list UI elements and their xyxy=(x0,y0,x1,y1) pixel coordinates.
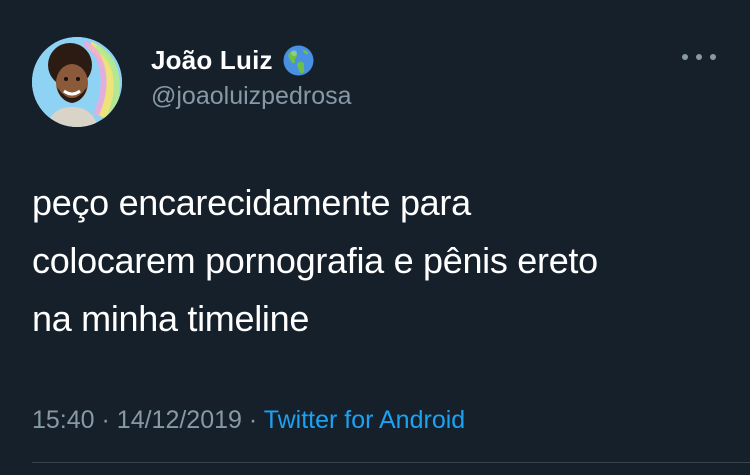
handle[interactable]: @joaoluizpedrosa xyxy=(151,80,352,112)
tweet-text-line: colocarem pornografia e pênis ereto xyxy=(32,240,598,281)
globe-americas-icon xyxy=(282,44,315,77)
more-dot xyxy=(710,54,716,60)
more-dot xyxy=(682,54,688,60)
tweet-date[interactable]: 14/12/2019 xyxy=(117,406,242,434)
tweet-time[interactable]: 15:40 xyxy=(32,406,95,434)
display-name[interactable]: João Luiz xyxy=(151,45,273,76)
tweet-meta: 15:40 · 14/12/2019 · Twitter for Android xyxy=(32,400,465,440)
divider xyxy=(32,462,750,463)
more-options-icon[interactable] xyxy=(682,50,716,64)
more-dot xyxy=(696,54,702,60)
tweet-text-line: peço encarecidamente para xyxy=(32,182,471,223)
avatar[interactable] xyxy=(32,37,122,127)
author-name-row[interactable]: João Luiz xyxy=(151,42,315,78)
tweet-source-link[interactable]: Twitter for Android xyxy=(264,406,465,434)
tweet-card: João Luiz @joaoluizpedrosa peço encareci… xyxy=(0,0,750,475)
tweet-text-line: na minha timeline xyxy=(32,298,310,339)
avatar-image xyxy=(32,37,122,127)
meta-separator: · xyxy=(101,406,117,434)
meta-separator: · xyxy=(248,406,264,434)
tweet-text: peço encarecidamente para colocarem porn… xyxy=(32,174,722,348)
